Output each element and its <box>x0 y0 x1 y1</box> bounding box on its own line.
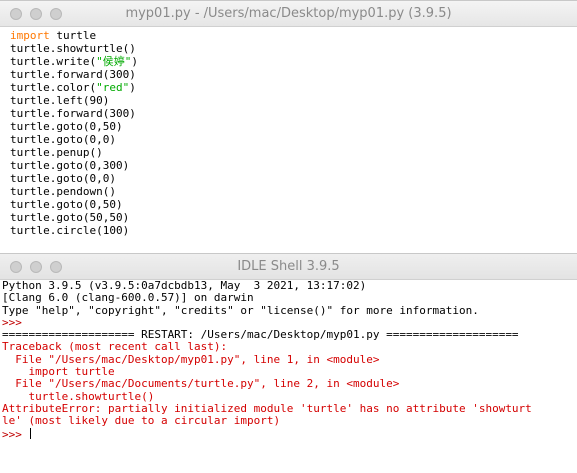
editor-window-controls <box>10 8 62 20</box>
code-line: turtle.goto(0,50) <box>10 198 577 211</box>
code-line: turtle.left(90) <box>10 94 577 107</box>
shell-text: turtle.showturtle() <box>2 389 155 403</box>
editor-title: myp01.py - /Users/mac/Desktop/myp01.py (… <box>125 6 452 21</box>
code-line: turtle.goto(0,300) <box>10 159 577 172</box>
code-token: turtle.goto(0,0) <box>10 133 116 146</box>
code-token: turtle.left(90) <box>10 94 110 107</box>
editor-titlebar[interactable]: myp01.py - /Users/mac/Desktop/myp01.py (… <box>0 1 577 27</box>
code-line: turtle.goto(0,0) <box>10 172 577 185</box>
zoom-button[interactable] <box>50 261 62 273</box>
code-token: turtle.forward(300) <box>10 68 136 81</box>
code-line: turtle.forward(300) <box>10 68 577 81</box>
shell-text: ==================== RESTART: /Users/mac… <box>2 328 519 342</box>
shell-titlebar[interactable]: IDLE Shell 3.9.5 <box>0 254 577 280</box>
code-token: turtle.goto(50,50) <box>10 211 130 224</box>
code-token: turtle.showturtle() <box>10 42 136 55</box>
code-token: turtle.pendown() <box>10 185 116 198</box>
shell-text: import turtle <box>2 365 115 379</box>
text-cursor <box>29 427 31 439</box>
shell-text: >>> <box>2 427 29 441</box>
code-line: turtle.goto(0,0) <box>10 133 577 146</box>
error-line: le' (most likely due to a circular impor… <box>2 415 577 427</box>
code-token: turtle.write( <box>10 55 97 68</box>
code-editor[interactable]: import turtle turtle.showturtle() turtle.w… <box>0 27 577 254</box>
keyword-token: import <box>10 29 50 42</box>
code-token: turtle <box>49 29 97 42</box>
minimize-button[interactable] <box>30 261 42 273</box>
shell-text: File "/Users/mac/Documents/turtle.py", l… <box>2 377 400 391</box>
shell-text: le' (most likely due to a circular impor… <box>2 414 281 428</box>
shell-title: IDLE Shell 3.9.5 <box>237 259 340 274</box>
shell-text: Traceback (most recent call last): <box>2 340 228 354</box>
shell-text: >>> <box>2 315 29 329</box>
code-token: ) <box>131 55 138 68</box>
code-line: turtle.circle(100) <box>10 224 577 237</box>
editor-window: myp01.py - /Users/mac/Desktop/myp01.py (… <box>0 0 577 254</box>
code-line: import turtle <box>10 29 577 42</box>
close-button[interactable] <box>10 261 22 273</box>
code-line: turtle.showturtle() <box>10 42 577 55</box>
code-line: turtle.goto(50,50) <box>10 211 577 224</box>
shell-line: Type "help", "copyright", "credits" or "… <box>2 303 577 317</box>
shell-text: [Clang 6.0 (clang-600.0.57)] on darwin <box>2 291 254 305</box>
code-token: turtle.forward(300) <box>10 107 136 120</box>
code-token: turtle.goto(0,300) <box>10 159 130 172</box>
shell-output[interactable]: Python 3.9.5 (v3.9.5:0a7dcbdb13, May 3 2… <box>0 279 577 473</box>
code-token: turtle.goto(0,50) <box>10 120 123 133</box>
shell-window-controls <box>10 261 62 273</box>
code-token: turtle.goto(0,0) <box>10 172 116 185</box>
code-token: turtle.circle(100) <box>10 224 130 237</box>
code-line: turtle.penup() <box>10 146 577 159</box>
code-line: turtle.goto(0,50) <box>10 120 577 133</box>
code-line: turtle.forward(300) <box>10 107 577 120</box>
shell-text: AttributeError: partially initialized mo… <box>2 401 532 415</box>
zoom-button[interactable] <box>50 8 62 20</box>
shell-prompt: >>> <box>2 427 577 441</box>
code-line: turtle.write("侯婷") <box>10 55 577 68</box>
shell-text: Python 3.9.5 (v3.9.5:0a7dcbdb13, May 3 2… <box>2 279 367 292</box>
close-button[interactable] <box>10 8 22 20</box>
code-token: turtle.color( <box>10 81 97 94</box>
code-token: turtle.penup() <box>10 146 103 159</box>
shell-text: File "/Users/mac/Desktop/myp01.py", line… <box>2 352 380 366</box>
minimize-button[interactable] <box>30 8 42 20</box>
code-token: ) <box>129 81 136 94</box>
code-line: turtle.color("red") <box>10 81 577 94</box>
code-line: turtle.pendown() <box>10 185 577 198</box>
shell-text: Type "help", "copyright", "credits" or "… <box>2 303 479 317</box>
code-token: turtle.goto(0,50) <box>10 198 123 211</box>
string-token: "侯婷" <box>96 55 132 68</box>
shell-window: IDLE Shell 3.9.5 Python 3.9.5 (v3.9.5:0a… <box>0 253 577 473</box>
desktop: myp01.py - /Users/mac/Desktop/myp01.py (… <box>0 0 577 473</box>
string-token: "red" <box>96 81 130 94</box>
